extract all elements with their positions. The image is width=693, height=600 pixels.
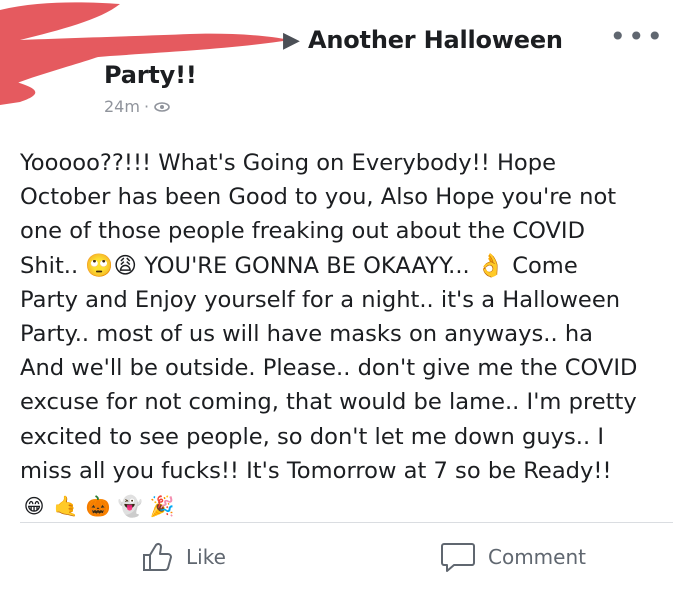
post-text-line: Shit.. 🙄😩 YOU'RE GONNA BE OKAAYY... 👌 Co…: [20, 252, 578, 279]
post-text-line: Party.. most of us will have masks on an…: [20, 321, 593, 348]
shared-to-arrow-icon: ▶: [283, 28, 300, 53]
post-text-line: And we'll be outside. Please.. don't giv…: [20, 355, 638, 382]
post-meta: 24m ·: [104, 97, 171, 116]
group-name-link[interactable]: Another Halloween: [308, 26, 563, 54]
post-text-line: October has been Good to you, Also Hope …: [20, 184, 617, 211]
post-text-line: miss all you fucks!! It's Tomorrow at 7 …: [20, 457, 612, 484]
post-actions-bar: Like Comment: [0, 532, 693, 588]
comment-bubble-icon: [441, 543, 475, 572]
grinning-emoji: 😁: [23, 494, 45, 518]
comment-button[interactable]: Comment: [440, 540, 586, 574]
post-timestamp[interactable]: 24m: [104, 97, 140, 116]
thumbs-up-icon: [143, 542, 172, 571]
post-emoji-row: 😁 🤙 🎃 👻 🎉: [20, 492, 176, 520]
post-text-line: excited to see people, so don't let me d…: [20, 423, 605, 450]
post-header: ▶ Another Halloween Party!! 24m · •••: [0, 0, 693, 130]
post-text-line: one of those people freaking out about t…: [20, 218, 585, 245]
post-text: Yooooo??!!! What's Going on Everybody!! …: [20, 146, 670, 488]
actions-divider: [20, 522, 673, 523]
more-options-icon[interactable]: •••: [609, 20, 665, 53]
redaction-scribble: [0, 2, 290, 106]
like-label: Like: [186, 545, 226, 569]
jack-o-lantern-emoji: 🎃: [85, 494, 111, 518]
meta-separator: ·: [143, 97, 150, 116]
post-text-line: Yooooo??!!! What's Going on Everybody!! …: [20, 150, 556, 176]
comment-label: Comment: [488, 545, 586, 569]
ghost-emoji: 👻: [117, 494, 143, 518]
group-name-link-continued[interactable]: Party!!: [104, 61, 197, 89]
call-me-hand-emoji: 🤙: [53, 494, 79, 518]
like-button[interactable]: Like: [140, 540, 226, 574]
party-popper-emoji: 🎉: [149, 494, 175, 518]
post-text-line: excuse for not coming, that would be lam…: [20, 389, 637, 416]
friends-icon[interactable]: [153, 98, 171, 116]
post-text-line: Party and Enjoy yourself for a night.. i…: [20, 286, 621, 313]
